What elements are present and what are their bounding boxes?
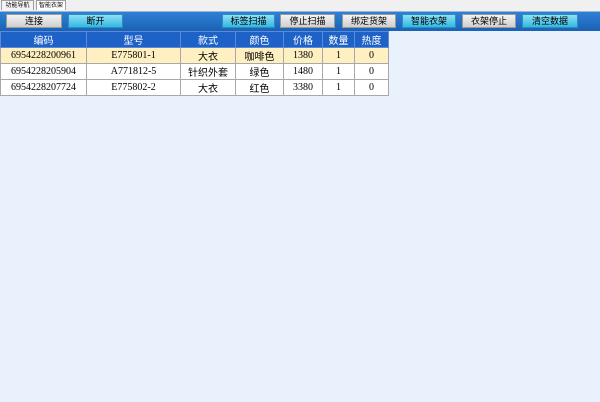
table-cell: 6954228207724 xyxy=(0,79,87,96)
table-cell: 6954228200961 xyxy=(0,47,87,64)
column-header[interactable]: 编码 xyxy=(0,31,87,48)
table-cell: 0 xyxy=(354,79,389,96)
clear-data-button[interactable]: 清空数据 xyxy=(522,14,578,28)
tab-function-nav[interactable]: 功能导航 xyxy=(1,0,34,10)
table-cell: 0 xyxy=(354,63,389,80)
column-header[interactable]: 数量 xyxy=(322,31,355,48)
tab-strip: 功能导航 智能衣架 xyxy=(0,0,600,11)
table-cell: 1 xyxy=(322,79,355,96)
connect-button[interactable]: 连接 xyxy=(6,14,62,28)
table-cell: 1480 xyxy=(283,63,323,80)
table-cell: A771812-5 xyxy=(86,63,181,80)
column-header[interactable]: 热度 xyxy=(354,31,389,48)
table-cell: 咖啡色 xyxy=(235,47,284,64)
hanger-stop-button[interactable]: 衣架停止 xyxy=(462,14,516,28)
column-header[interactable]: 款式 xyxy=(180,31,236,48)
table-cell: E775802-2 xyxy=(86,79,181,96)
column-header[interactable]: 型号 xyxy=(86,31,181,48)
smart-hanger-button[interactable]: 智能衣架 xyxy=(402,14,456,28)
table-cell: 3380 xyxy=(283,79,323,96)
main-panel: 连接 断开 标签扫描 停止扫描 绑定货架 智能衣架 衣架停止 清空数据 编码 型… xyxy=(0,11,600,402)
table-cell: 1380 xyxy=(283,47,323,64)
table-header-row: 编码 型号 款式 颜色 价格 数量 热度 xyxy=(0,31,389,48)
table-cell: 红色 xyxy=(235,79,284,96)
table-cell: 0 xyxy=(354,47,389,64)
table-cell: 针织外套 xyxy=(180,63,236,80)
stop-scan-button[interactable]: 停止扫描 xyxy=(280,14,335,28)
table-row[interactable]: 6954228205904 A771812-5 针织外套 绿色 1480 1 0 xyxy=(0,63,389,80)
column-header[interactable]: 价格 xyxy=(283,31,323,48)
table-cell: E775801-1 xyxy=(86,47,181,64)
table-row[interactable]: 6954228207724 E775802-2 大衣 红色 3380 1 0 xyxy=(0,79,389,96)
tab-smart-hanger[interactable]: 智能衣架 xyxy=(36,0,66,10)
disconnect-button[interactable]: 断开 xyxy=(68,14,123,28)
table-cell: 1 xyxy=(322,63,355,80)
toolbar: 连接 断开 标签扫描 停止扫描 绑定货架 智能衣架 衣架停止 清空数据 xyxy=(0,12,600,31)
tag-scan-button[interactable]: 标签扫描 xyxy=(222,14,275,28)
column-header[interactable]: 颜色 xyxy=(235,31,284,48)
table-row[interactable]: 6954228200961 E775801-1 大衣 咖啡色 1380 1 0 xyxy=(0,47,389,64)
table-cell: 大衣 xyxy=(180,47,236,64)
product-table: 编码 型号 款式 颜色 价格 数量 热度 6954228200961 E7758… xyxy=(0,31,389,96)
table-cell: 大衣 xyxy=(180,79,236,96)
table-cell: 1 xyxy=(322,47,355,64)
bind-shelf-button[interactable]: 绑定货架 xyxy=(342,14,396,28)
table-cell: 绿色 xyxy=(235,63,284,80)
table-cell: 6954228205904 xyxy=(0,63,87,80)
